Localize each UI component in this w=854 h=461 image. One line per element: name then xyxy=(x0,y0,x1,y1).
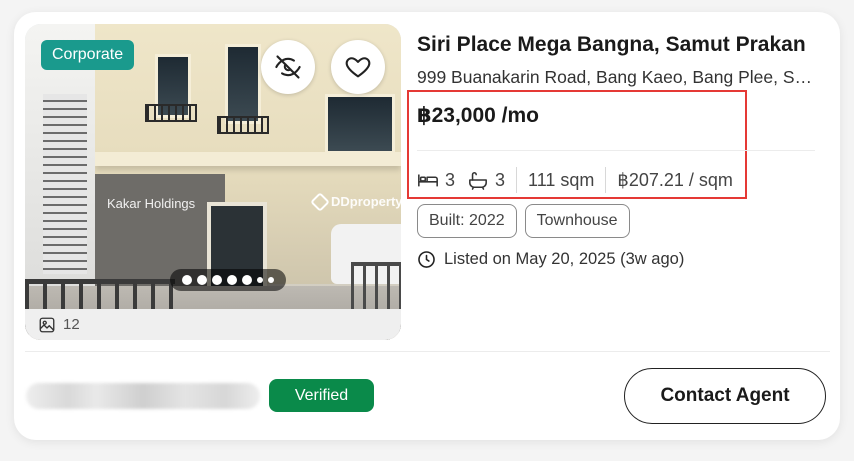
tag-property-type: Townhouse xyxy=(524,204,630,238)
bedrooms-count: 3 xyxy=(445,169,456,190)
price-divider xyxy=(417,150,815,151)
bathtub-icon xyxy=(469,171,487,190)
watermark-ddproperty-text: DDproperty xyxy=(331,194,401,209)
spec-separator xyxy=(605,167,607,193)
carousel-indicator[interactable] xyxy=(170,269,286,291)
ddproperty-logo-icon xyxy=(310,191,330,212)
photo-roofline xyxy=(95,152,401,166)
carousel-dot[interactable] xyxy=(227,275,237,285)
tag-built-year: Built: 2022 xyxy=(417,204,517,238)
photo-count-bar[interactable]: 12 xyxy=(25,309,401,340)
listing-specs: 3 3 111 sqm ฿207.21 / sqm xyxy=(417,166,733,194)
contact-agent-button[interactable]: Contact Agent xyxy=(624,368,826,424)
carousel-dot[interactable] xyxy=(197,275,207,285)
listing-address: 999 Buanakarin Road, Bang Kaeo, Bang Ple… xyxy=(417,67,817,87)
corporate-badge: Corporate xyxy=(41,40,135,70)
photo-window xyxy=(325,94,395,154)
spec-separator xyxy=(516,167,518,193)
photo-shutter xyxy=(43,94,87,274)
area-spec: 111 sqm xyxy=(528,169,595,190)
listing-price: ฿23,000 /mo xyxy=(417,104,540,127)
listed-date-text: Listed on May 20, 2025 (3w ago) xyxy=(444,250,685,268)
card-divider xyxy=(25,351,830,352)
hide-listing-button[interactable] xyxy=(261,40,315,94)
photo-window xyxy=(225,44,261,124)
agent-name-blurred xyxy=(26,383,260,409)
carousel-dot[interactable] xyxy=(182,275,192,285)
bedrooms-spec: 3 xyxy=(417,170,455,191)
listing-card[interactable]: Kakar Holdings DDproperty Corporate 12 S… xyxy=(14,12,840,440)
bed-icon xyxy=(418,174,438,187)
price-per-sqm: ฿207.21 / sqm xyxy=(617,169,733,190)
carousel-dot[interactable] xyxy=(257,277,263,283)
photo-count: 12 xyxy=(63,316,80,333)
heart-icon xyxy=(345,57,371,78)
bathrooms-count: 3 xyxy=(495,169,506,190)
photo-balcony xyxy=(217,116,269,134)
gallery-icon xyxy=(39,317,55,332)
listing-tags: Built: 2022 Townhouse xyxy=(417,204,630,238)
eye-off-icon xyxy=(275,55,301,79)
listing-title[interactable]: Siri Place Mega Bangna, Samut Prakan xyxy=(417,33,817,57)
watermark-agency: Kakar Holdings xyxy=(107,196,196,211)
listed-date: Listed on May 20, 2025 (3w ago) xyxy=(417,250,684,269)
bathrooms-spec: 3 xyxy=(467,170,505,191)
favorite-button[interactable] xyxy=(331,40,385,94)
photo-balcony xyxy=(145,104,197,122)
carousel-dot[interactable] xyxy=(242,275,252,285)
watermark-ddproperty: DDproperty xyxy=(310,191,401,212)
verified-badge: Verified xyxy=(269,379,374,412)
carousel-dot[interactable] xyxy=(268,277,274,283)
clock-icon xyxy=(418,251,435,268)
listing-photo[interactable]: Kakar Holdings DDproperty Corporate 12 xyxy=(25,24,401,340)
carousel-dot[interactable] xyxy=(212,275,222,285)
